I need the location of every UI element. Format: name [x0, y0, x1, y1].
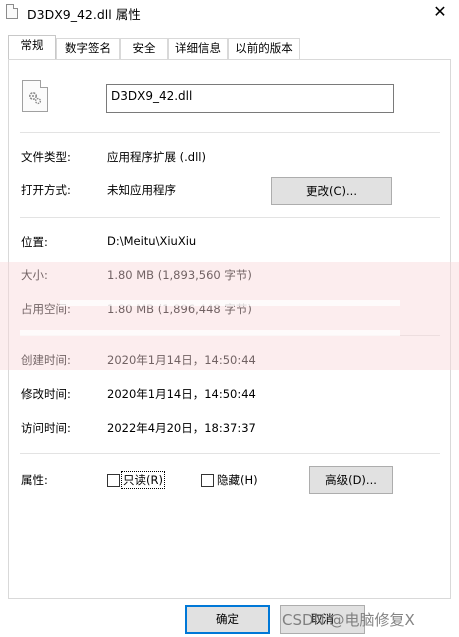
window-title: D3DX9_42.dll 属性 [27, 7, 141, 22]
location-label: 位置: [21, 235, 48, 249]
hidden-checkbox[interactable] [201, 474, 214, 487]
change-button[interactable]: 更改(C)... [271, 177, 392, 205]
divider [20, 217, 440, 218]
ok-button[interactable]: 确定 [185, 605, 270, 634]
file-name-field[interactable]: D3DX9_42.dll [106, 84, 394, 113]
opens-with-label: 打开方式: [21, 183, 71, 197]
attributes-label: 属性: [21, 473, 48, 487]
modified-value: 2020年1月14日，14:50:44 [107, 387, 256, 401]
divider [20, 453, 440, 454]
hidden-checkbox-label[interactable]: 隐藏(H) [217, 472, 258, 488]
accessed-value: 2022年4月20日，18:37:37 [107, 421, 256, 435]
file-type-label: 文件类型: [21, 150, 71, 164]
tab-general[interactable]: 常规 [8, 35, 56, 59]
tab-details[interactable]: 详细信息 [168, 38, 228, 59]
dll-file-gear-icon [22, 80, 48, 112]
file-type-value: 应用程序扩展 (.dll) [107, 150, 206, 164]
modified-label: 修改时间: [21, 387, 71, 401]
advanced-button[interactable]: 高级(D)... [309, 466, 393, 494]
tab-previous-versions[interactable]: 以前的版本 [228, 38, 300, 59]
tab-digital-signatures[interactable]: 数字签名 [56, 38, 120, 59]
gear-icon [28, 91, 42, 105]
banner-stripe [20, 330, 400, 336]
tab-security[interactable]: 安全 [120, 38, 168, 59]
overlay-banner [0, 262, 459, 370]
divider [20, 132, 440, 133]
readonly-checkbox-label[interactable]: 只读(R) [121, 471, 165, 489]
tab-strip: 常规 数字签名 安全 详细信息 以前的版本 [8, 35, 451, 59]
location-value: D:\Meitu\XiuXiu [107, 234, 197, 248]
title-bar: D3DX9_42.dll 属性 ✕ [0, 0, 459, 24]
banner-stripe [60, 300, 400, 306]
csdn-watermark: CSDN @电脑修复X [282, 611, 415, 629]
file-icon [6, 4, 18, 19]
close-icon[interactable]: ✕ [427, 1, 453, 23]
accessed-label: 访问时间: [21, 421, 71, 435]
readonly-checkbox[interactable] [107, 474, 120, 487]
opens-with-value: 未知应用程序 [107, 183, 176, 197]
